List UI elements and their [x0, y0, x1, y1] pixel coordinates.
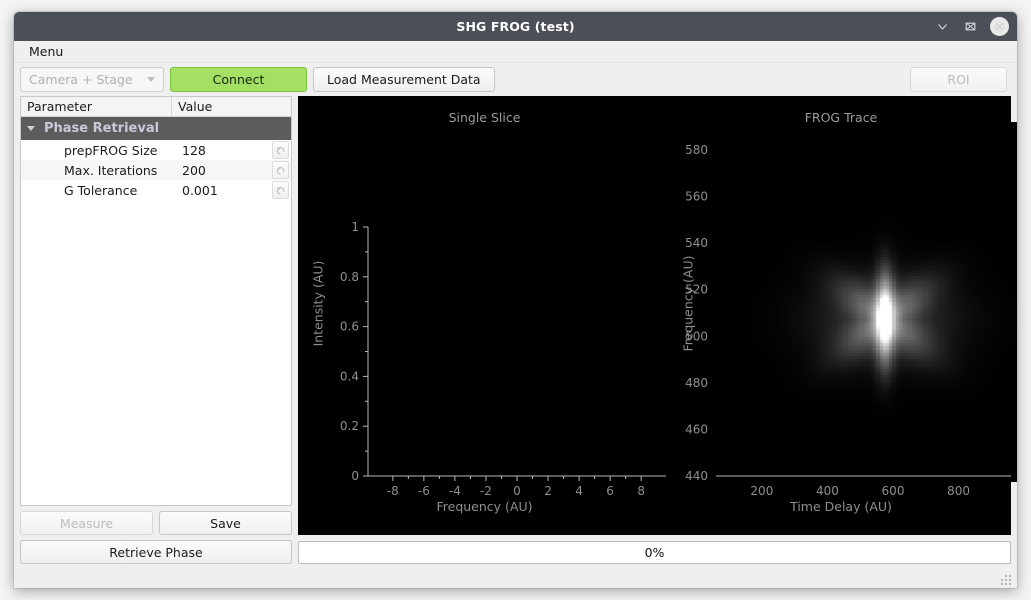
axis-tick-label: 560: [685, 190, 708, 204]
load-measurement-data-button[interactable]: Load Measurement Data: [313, 67, 495, 92]
grip-dot: [1009, 579, 1011, 581]
parameter-tree-header: Parameter Value: [21, 97, 291, 117]
axis-tick-label: 0.4: [340, 369, 359, 383]
axis-tick-label: 0: [513, 484, 521, 498]
grip-dot: [1005, 579, 1007, 581]
column-header-value[interactable]: Value: [172, 97, 291, 116]
grip-dot: [1001, 579, 1003, 581]
progress-bar: 0%: [298, 540, 1011, 564]
axis-tick-label: 480: [685, 376, 708, 390]
axis-tick-label: 800: [947, 484, 970, 498]
param-name: G Tolerance: [64, 182, 138, 198]
minimize-icon[interactable]: [934, 19, 950, 35]
main-content: Parameter Value Phase Retrieval prepFROG…: [14, 96, 1017, 535]
axis-tick-label: 440: [685, 469, 708, 483]
axis-tick-label: 2: [544, 484, 552, 498]
window-controls: [934, 12, 1009, 41]
chevron-down-icon: [147, 77, 155, 82]
window-titlebar[interactable]: SHG FROG (test): [14, 12, 1017, 41]
close-icon[interactable]: [990, 17, 1009, 36]
tree-group-label: Phase Retrieval: [44, 121, 160, 136]
action-button-row: Measure Save: [20, 511, 292, 535]
axis-tick-label: 520: [685, 283, 708, 297]
device-select[interactable]: Camera + Stage: [20, 67, 164, 92]
resize-grip[interactable]: [1001, 575, 1014, 586]
reset-icon[interactable]: [272, 141, 289, 159]
parameter-tree: Parameter Value Phase Retrieval prepFROG…: [20, 96, 292, 506]
axis-tick-label: 0.8: [340, 270, 359, 284]
frog-trace-plot[interactable]: FROG Trace Frequency (AU) Time Delay (AU…: [671, 96, 1017, 535]
axis-tick-label: 4: [575, 484, 583, 498]
statusbar: [14, 570, 1017, 588]
application-window: SHG FROG (test) Menu Camera + Stage Conn…: [14, 12, 1017, 588]
axis-tick-label: 0: [351, 469, 359, 483]
frog-trace-axes: 440 460 480 500 520 540 560 580 200 400 600 800: [685, 143, 1011, 498]
axis-tick-label: -6: [418, 484, 430, 498]
axis-tick-label: 6: [606, 484, 614, 498]
table-row[interactable]: Max. Iterations 200: [21, 160, 291, 180]
axis-tick-label: 0.2: [340, 419, 359, 433]
axis-tick-label: 540: [685, 236, 708, 250]
reset-icon[interactable]: [272, 181, 289, 199]
bottom-bar: Retrieve Phase 0%: [14, 535, 1017, 570]
grip-dot: [1009, 583, 1011, 585]
table-row[interactable]: prepFROG Size 128: [21, 140, 291, 160]
axis-tick-label: 580: [685, 143, 708, 157]
grip-dot: [1009, 575, 1011, 577]
window-title: SHG FROG (test): [456, 19, 575, 34]
axis-tick-label: 0.6: [340, 320, 359, 334]
grip-dot: [1005, 583, 1007, 585]
grip-dot: [1001, 583, 1003, 585]
grip-dot: [1005, 575, 1007, 577]
tree-group-phase-retrieval[interactable]: Phase Retrieval: [21, 117, 291, 140]
desktop-background: SHG FROG (test) Menu Camera + Stage Conn…: [0, 0, 1031, 600]
parameter-pane: Parameter Value Phase Retrieval prepFROG…: [20, 96, 292, 535]
measure-button[interactable]: Measure: [20, 511, 153, 535]
maximize-icon[interactable]: [962, 19, 978, 35]
toolbar: Camera + Stage Connect Load Measurement …: [14, 63, 1017, 96]
table-row[interactable]: G Tolerance 0.001: [21, 180, 291, 200]
plot-area: Single Slice Intensity (AU) Frequency (A…: [298, 96, 1017, 535]
single-slice-plot[interactable]: Single Slice Intensity (AU) Frequency (A…: [298, 96, 671, 535]
axis-tick-label: 1: [351, 220, 359, 234]
param-name: prepFROG Size: [64, 142, 158, 158]
axis-tick-label: 460: [685, 422, 708, 436]
axis-tick-label: 200: [750, 484, 773, 498]
column-header-parameter[interactable]: Parameter: [21, 97, 172, 116]
save-button[interactable]: Save: [159, 511, 292, 535]
single-slice-axes: 0 0.2 0.4 0.6 0.8 1 -8 -6 -4 -2 0 2 4 6 8: [340, 220, 666, 498]
axis-tick-label: -4: [449, 484, 461, 498]
axis-tick-label: 600: [882, 484, 905, 498]
progress-bar-label: 0%: [644, 544, 665, 560]
connect-button[interactable]: Connect: [170, 67, 307, 92]
roi-button[interactable]: ROI: [910, 67, 1007, 92]
axis-tick-label: -8: [387, 484, 399, 498]
menubar: Menu: [14, 41, 1017, 63]
param-name: Max. Iterations: [64, 162, 158, 178]
axis-tick-label: 8: [637, 484, 645, 498]
caret-down-icon[interactable]: [27, 126, 35, 131]
reset-icon[interactable]: [272, 161, 289, 179]
retrieve-phase-button[interactable]: Retrieve Phase: [20, 540, 292, 564]
device-select-value: Camera + Stage: [29, 72, 133, 87]
menu-item-menu[interactable]: Menu: [23, 42, 69, 61]
axis-tick-label: 500: [685, 329, 708, 343]
axis-tick-label: 400: [816, 484, 839, 498]
axis-tick-label: -2: [480, 484, 492, 498]
